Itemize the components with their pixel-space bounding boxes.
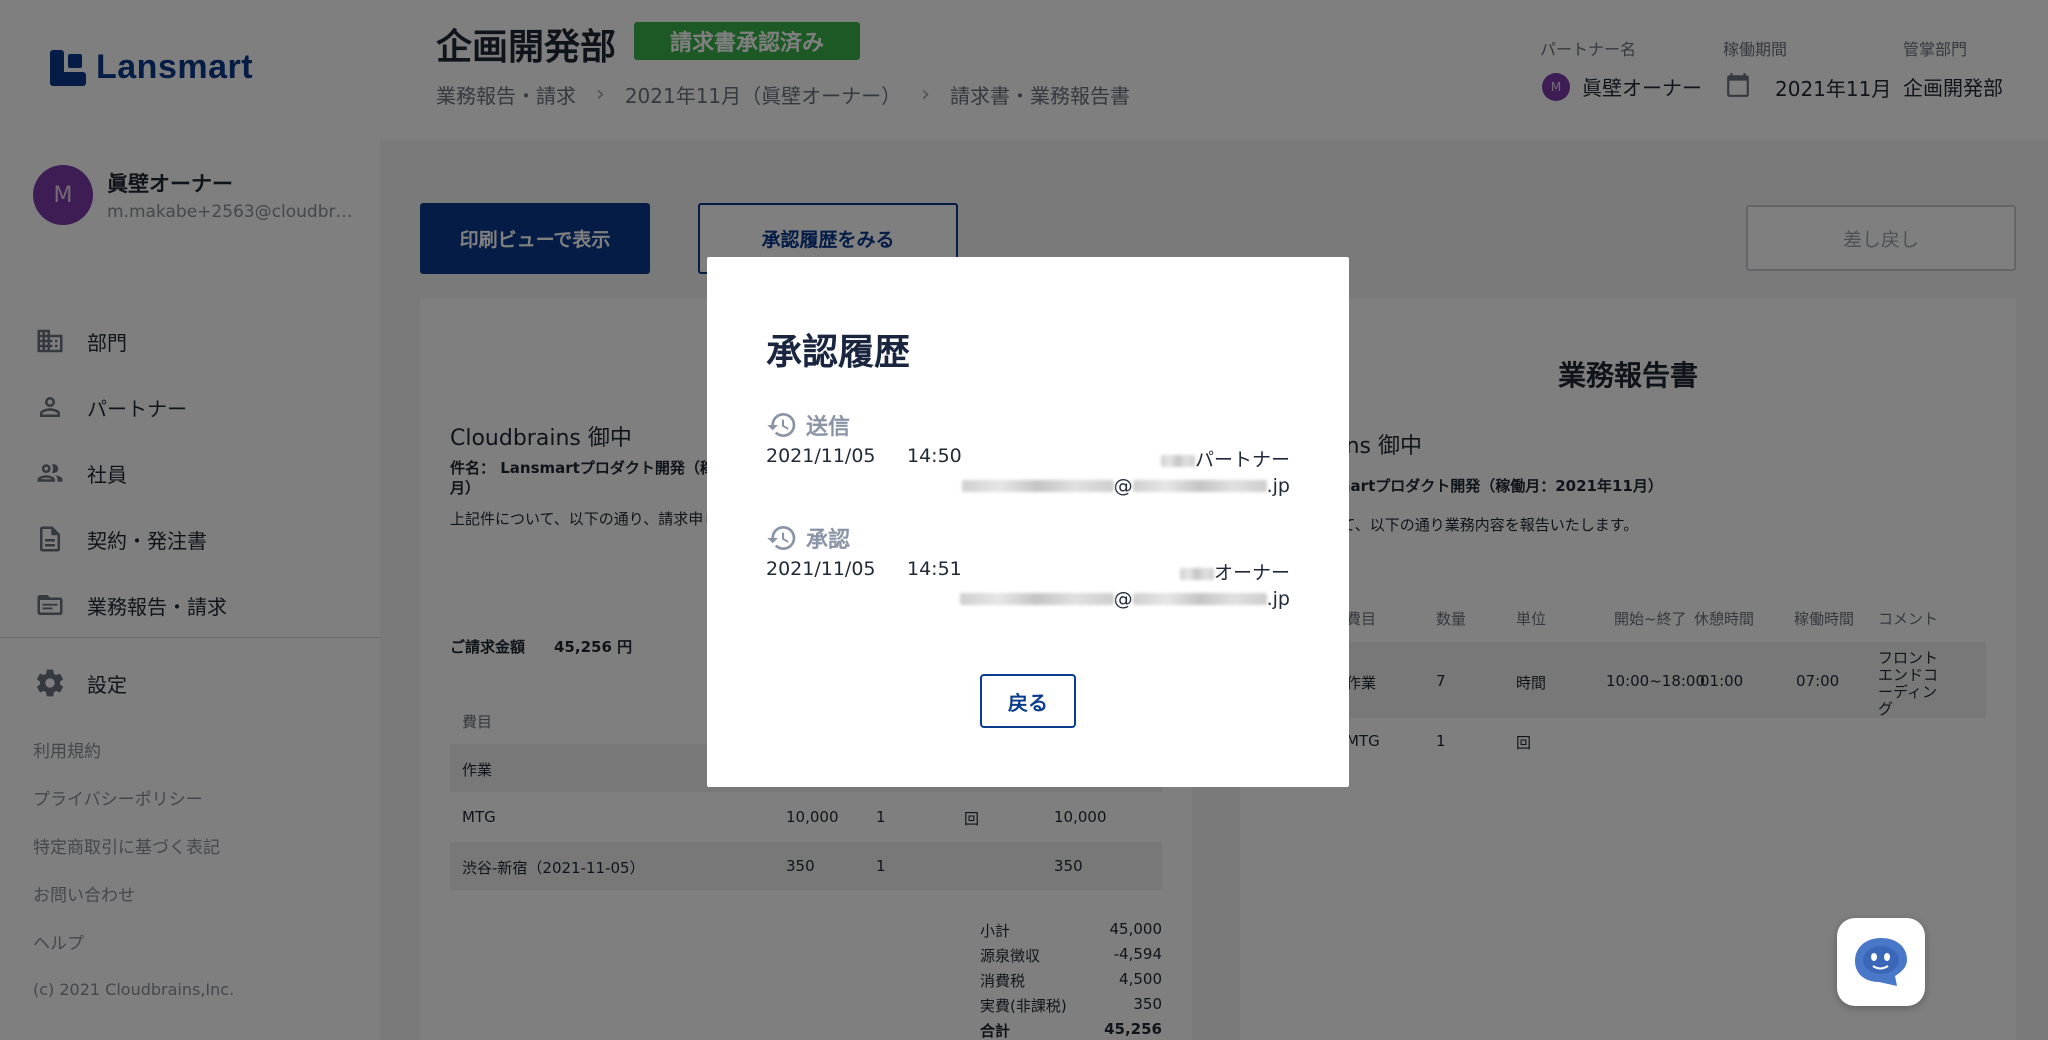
history-date: 2021/11/05: [766, 445, 876, 467]
chat-bot-icon: [1855, 938, 1907, 986]
approval-history-modal: 承認履歴 送信 2021/11/05 14:50 パートナー @ .jp 承認 2…: [707, 257, 1349, 787]
history-entry-sent: 送信 2021/11/05 14:50 パートナー @ .jp: [766, 409, 1290, 505]
history-label: 送信: [766, 409, 1290, 441]
history-date: 2021/11/05: [766, 558, 876, 580]
history-icon: [767, 526, 796, 550]
history-email: @ .jp: [766, 588, 1290, 618]
modal-title: 承認履歴: [766, 332, 911, 373]
history-time: 14:51: [907, 558, 962, 580]
history-line: 2021/11/05 14:50 パートナー: [766, 445, 1290, 475]
history-line: 2021/11/05 14:51 オーナー: [766, 558, 1290, 588]
history-label: 承認: [766, 522, 1290, 554]
history-time: 14:50: [907, 445, 962, 467]
history-icon: [767, 413, 796, 437]
history-user: パートナー: [1160, 445, 1290, 472]
history-user: オーナー: [1179, 558, 1290, 585]
history-email: @ .jp: [766, 475, 1290, 505]
back-button[interactable]: 戻る: [980, 674, 1076, 728]
history-entry-approved: 承認 2021/11/05 14:51 オーナー @ .jp: [766, 522, 1290, 618]
chat-support-button[interactable]: [1837, 918, 1925, 1006]
